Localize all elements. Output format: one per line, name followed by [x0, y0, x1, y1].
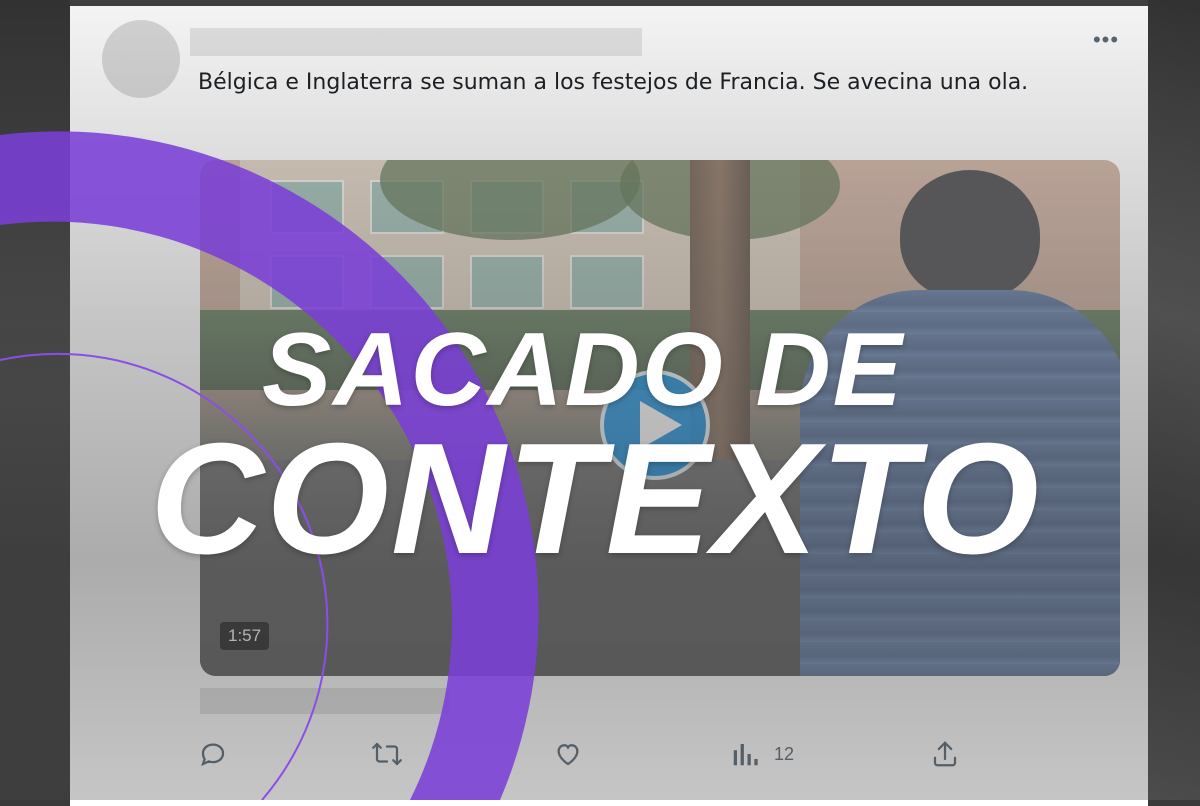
video-duration: 1:57 — [220, 622, 270, 650]
tweet-actions: 12 — [70, 734, 1148, 774]
avatar[interactable] — [102, 20, 180, 98]
reply-icon — [201, 743, 225, 767]
info-placeholder-redacted — [200, 688, 450, 714]
retweet-icon — [372, 742, 402, 766]
reply-button[interactable] — [198, 734, 228, 774]
retweet-button[interactable] — [370, 734, 404, 774]
play-icon — [640, 401, 682, 449]
background-left — [0, 0, 70, 800]
more-horizontal-icon[interactable]: ••• — [1088, 28, 1124, 52]
like-button[interactable] — [552, 734, 584, 774]
heart-icon — [557, 744, 579, 766]
author-name-redacted — [190, 28, 642, 56]
views-button[interactable]: 12 — [730, 734, 794, 774]
tweet-card: ••• Bélgica e Inglaterra se suman a los … — [70, 6, 1148, 806]
play-button[interactable] — [600, 370, 710, 480]
bar-chart-icon — [733, 744, 758, 766]
views-count: 12 — [774, 743, 795, 764]
background-right — [1148, 0, 1200, 800]
tweet-text: Bélgica e Inglaterra se suman a los fest… — [198, 70, 1029, 95]
share-icon — [933, 741, 957, 767]
video-player[interactable]: 1:57 — [200, 160, 1120, 676]
share-button[interactable] — [930, 734, 960, 774]
